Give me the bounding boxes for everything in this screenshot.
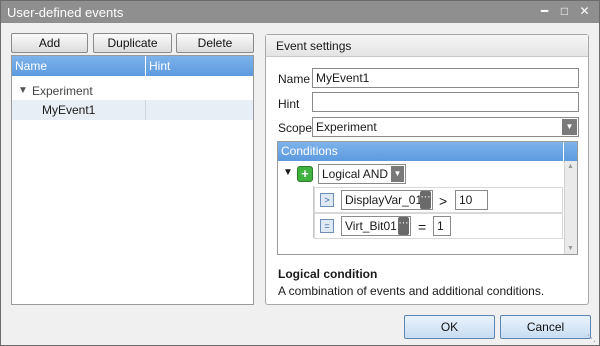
event-settings-panel: Event settings Name MyEvent1 Hint Scope … bbox=[265, 34, 589, 305]
condition-operator: = bbox=[418, 219, 427, 235]
ok-button[interactable]: OK bbox=[404, 315, 495, 339]
condition-operator: > bbox=[439, 193, 448, 209]
name-label: Name bbox=[278, 72, 311, 86]
tree-group-label: Experiment bbox=[32, 84, 93, 98]
condition-variable: DisplayVar_01 bbox=[345, 193, 423, 207]
tree-group-experiment[interactable]: ▼ Experiment bbox=[12, 81, 253, 101]
user-defined-events-dialog: User-defined events ━ □ ✕ Add Duplicate … bbox=[0, 0, 600, 346]
description-title: Logical condition bbox=[278, 267, 378, 281]
conditions-panel: Conditions ▼ + Logical AND ▼ > DisplayVa… bbox=[277, 141, 578, 255]
close-icon[interactable]: ✕ bbox=[576, 4, 593, 19]
conditions-header: Conditions bbox=[278, 142, 577, 161]
condition-variable: Virt_Bit01 bbox=[345, 219, 397, 233]
greater-than-icon: > bbox=[320, 193, 334, 207]
column-header-hint[interactable]: Hint bbox=[146, 56, 253, 76]
event-settings-header: Event settings bbox=[266, 35, 588, 57]
ellipsis-icon[interactable]: ⋯ bbox=[398, 217, 409, 235]
resize-grip-icon[interactable]: ⋱ bbox=[587, 333, 596, 344]
chevron-down-icon[interactable]: ▼ bbox=[391, 166, 404, 182]
name-field[interactable]: MyEvent1 bbox=[312, 68, 579, 88]
logical-operator-value: Logical AND bbox=[322, 167, 389, 181]
scroll-up-icon[interactable]: ▲ bbox=[567, 163, 574, 170]
events-list[interactable]: Name Hint ▼ Experiment MyEvent1 bbox=[11, 55, 254, 305]
minimize-icon[interactable]: ━ bbox=[536, 4, 553, 19]
hint-label: Hint bbox=[278, 97, 300, 111]
column-divider bbox=[145, 100, 146, 120]
conditions-scrollbar[interactable]: ▲ ▼ bbox=[564, 161, 577, 254]
list-item[interactable]: MyEvent1 bbox=[12, 100, 253, 120]
ellipsis-icon[interactable]: ⋯ bbox=[420, 191, 431, 209]
window-title: User-defined events bbox=[7, 5, 124, 20]
condition-variable-field[interactable]: Virt_Bit01 ⋯ bbox=[341, 216, 411, 236]
logical-operator-select[interactable]: Logical AND ▼ bbox=[318, 164, 406, 184]
conditions-header-divider bbox=[563, 142, 564, 161]
duplicate-button[interactable]: Duplicate bbox=[93, 33, 172, 53]
title-bar: User-defined events ━ □ ✕ bbox=[1, 1, 599, 23]
equals-icon: = bbox=[320, 219, 334, 233]
condition-row: > DisplayVar_01 ⋯ > 10 bbox=[314, 187, 563, 213]
expand-triangle-icon[interactable]: ▼ bbox=[283, 167, 293, 178]
scope-select[interactable]: Experiment ▼ bbox=[312, 117, 579, 137]
scope-label: Scope bbox=[278, 121, 313, 135]
scope-value: Experiment bbox=[316, 120, 377, 134]
expand-triangle-icon[interactable]: ▼ bbox=[18, 81, 28, 101]
add-condition-icon[interactable]: + bbox=[297, 166, 313, 182]
scroll-down-icon[interactable]: ▼ bbox=[567, 245, 574, 252]
column-header-name[interactable]: Name bbox=[12, 56, 146, 76]
add-button[interactable]: Add bbox=[11, 33, 88, 53]
event-name: MyEvent1 bbox=[42, 103, 96, 117]
condition-value-field[interactable]: 10 bbox=[455, 190, 488, 210]
delete-button[interactable]: Delete bbox=[176, 33, 254, 53]
chevron-down-icon[interactable]: ▼ bbox=[562, 119, 577, 135]
maximize-icon[interactable]: □ bbox=[556, 4, 573, 19]
condition-variable-field[interactable]: DisplayVar_01 ⋯ bbox=[341, 190, 433, 210]
condition-row: = Virt_Bit01 ⋯ = 1 bbox=[314, 213, 563, 239]
description-text: A combination of events and additional c… bbox=[278, 284, 545, 298]
hint-field[interactable] bbox=[312, 92, 579, 112]
cancel-button[interactable]: Cancel bbox=[500, 315, 591, 339]
condition-value-field[interactable]: 1 bbox=[433, 216, 451, 236]
